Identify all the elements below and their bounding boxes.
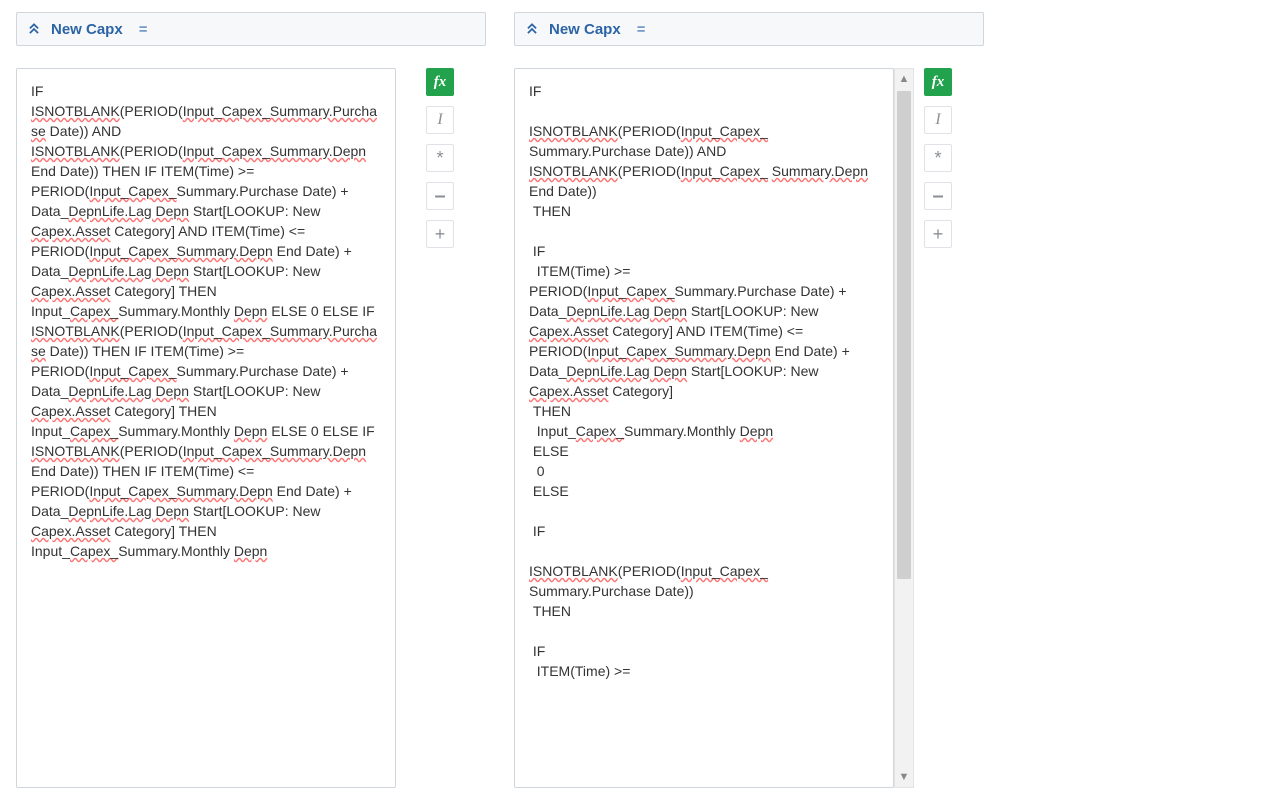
- formula-panel-formatted: New Capx = IF ISNOTBLANK(PERIOD(Input_Ca…: [514, 12, 984, 788]
- fx-button[interactable]: fx: [426, 68, 454, 96]
- panel-header[interactable]: New Capx =: [514, 12, 984, 46]
- panel-title: New Capx: [549, 21, 621, 38]
- scroll-up-icon[interactable]: ▲: [895, 69, 913, 89]
- plus-button[interactable]: +: [924, 220, 952, 248]
- editor-toolbar: fx I * – +: [924, 68, 954, 248]
- scroll-thumb[interactable]: [897, 91, 911, 579]
- star-button[interactable]: *: [924, 144, 952, 172]
- minus-button[interactable]: –: [426, 182, 454, 210]
- italic-button[interactable]: I: [426, 106, 454, 134]
- panel-header[interactable]: New Capx =: [16, 12, 486, 46]
- formula-editor-unformatted[interactable]: IF ISNOTBLANK(PERIOD(Input_Capex_Summary…: [16, 68, 396, 788]
- panel-title: New Capx: [51, 21, 123, 38]
- minus-button[interactable]: –: [924, 182, 952, 210]
- fx-button[interactable]: fx: [924, 68, 952, 96]
- italic-button[interactable]: I: [924, 106, 952, 134]
- scrollbar[interactable]: ▲ ▼: [894, 68, 914, 788]
- editor-toolbar: fx I * – +: [426, 68, 456, 248]
- formula-panel-unformatted: New Capx = IF ISNOTBLANK(PERIOD(Input_Ca…: [16, 12, 486, 788]
- equals-label: =: [637, 21, 646, 38]
- formula-editor-formatted[interactable]: IF ISNOTBLANK(PERIOD(Input_Capex_ Summar…: [514, 68, 894, 788]
- plus-button[interactable]: +: [426, 220, 454, 248]
- collapse-icon[interactable]: [27, 22, 41, 36]
- star-button[interactable]: *: [426, 144, 454, 172]
- scroll-down-icon[interactable]: ▼: [895, 767, 913, 787]
- equals-label: =: [139, 21, 148, 38]
- collapse-icon[interactable]: [525, 22, 539, 36]
